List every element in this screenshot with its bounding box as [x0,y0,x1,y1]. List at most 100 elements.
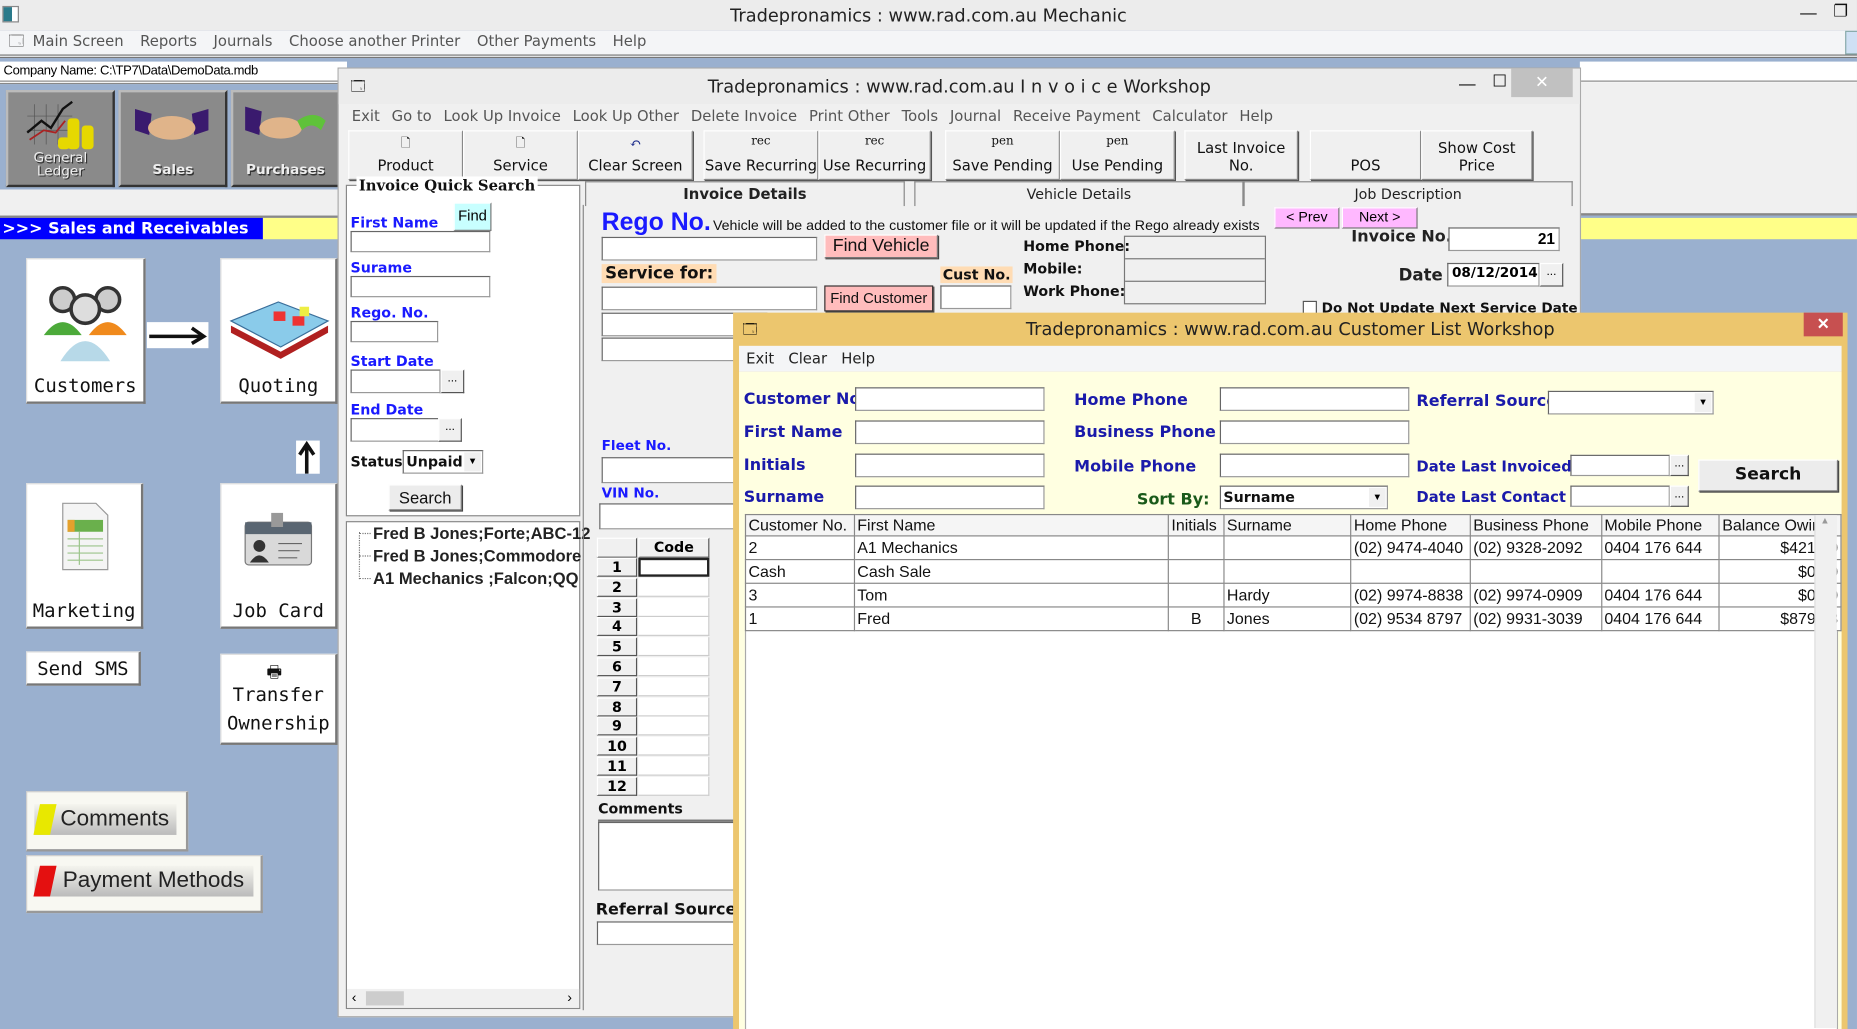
marketing-tile[interactable]: Marketing [26,483,144,629]
invoice-maximize-icon[interactable]: ☐ [1492,71,1507,91]
cl-menu-clear[interactable]: Clear [781,346,834,372]
cl-menu-help[interactable]: Help [834,346,882,372]
cl-menu-exit[interactable]: Exit [739,346,781,372]
clear-screen-button[interactable]: ↶ Clear Screen [577,130,693,181]
chevron-down-icon[interactable]: ▼ [1694,393,1712,413]
first-name-input[interactable] [855,420,1045,445]
menu-choose-printer[interactable]: Choose another Printer [281,31,469,52]
find-vehicle-button[interactable]: Find Vehicle [824,234,938,259]
tree-item[interactable]: Fred B Jones;Commodore [373,546,581,565]
grid-code-cell[interactable] [638,657,710,677]
sort-by-select[interactable]: Surname ▼ [1219,485,1388,510]
date-last-invoiced-input[interactable] [1570,454,1670,477]
grid-code-cell[interactable] [638,697,710,717]
menu-scroll-button[interactable] [1845,30,1857,55]
save-recurring-button[interactable]: rec Save Recurring [703,130,819,181]
grid-code-cell[interactable] [638,637,710,657]
grid-code-cell[interactable] [638,736,710,756]
inv-menu-look-up-invoice[interactable]: Look Up Invoice [438,104,567,128]
use-recurring-button[interactable]: rec Use Recurring [818,130,931,181]
quick-search-button[interactable]: Search [388,484,462,511]
date-last-invoiced-picker[interactable]: ... [1669,454,1689,477]
surname-input[interactable] [350,275,491,298]
scroll-left-icon[interactable]: ‹ [352,989,357,1006]
job-card-tile[interactable]: Job Card [220,483,338,629]
grid-code-cell[interactable] [638,557,710,577]
grid-code-cell[interactable] [638,617,710,637]
inv-menu-tools[interactable]: Tools [896,104,944,128]
grid-code-cell[interactable] [638,776,710,796]
find-button[interactable]: Find [453,202,492,231]
show-cost-price-button[interactable]: Show Cost Price [1421,130,1533,181]
date-picker-button[interactable]: ... [1539,262,1564,287]
tab-invoice-details[interactable]: Invoice Details [585,181,905,207]
send-sms-button[interactable]: Send SMS [26,651,141,686]
start-date-picker-button[interactable]: ... [440,369,465,394]
rego-no-input[interactable] [601,236,818,261]
purchases-button[interactable]: Purchases [230,90,340,188]
inv-menu-calculator[interactable]: Calculator [1146,104,1233,128]
chevron-down-icon[interactable]: ▼ [1369,487,1386,507]
column-header[interactable]: Surname [1223,513,1352,537]
fleet-no-input[interactable] [601,457,744,484]
inv-menu-go-to[interactable]: Go to [386,104,438,128]
rego-no-input[interactable] [350,320,439,343]
inv-menu-delete-invoice[interactable]: Delete Invoice [685,104,803,128]
inv-menu-journal[interactable]: Journal [944,104,1007,128]
menu-other-payments[interactable]: Other Payments [469,31,605,52]
table-row[interactable]: 1 Fred B Jones (02) 9534 8797 (02) 9931-3039 0… [744,606,1842,632]
save-pending-button[interactable]: pen Save Pending [945,130,1060,181]
scroll-thumb[interactable] [365,991,404,1006]
column-header[interactable]: Mobile Phone [1600,513,1720,537]
home-phone-input[interactable] [1219,387,1410,411]
first-name-input[interactable] [350,230,491,253]
general-ledger-button[interactable]: General Ledger [5,90,115,188]
vin-no-input[interactable] [599,503,742,530]
sales-button[interactable]: Sales [118,90,228,188]
pos-button[interactable]: POS [1309,130,1422,181]
menu-journals[interactable]: Journals [205,31,280,52]
restore-icon[interactable]: ❐ [1833,1,1848,21]
scroll-up-icon[interactable]: ▲ [1820,515,1829,526]
start-date-input[interactable] [350,369,441,394]
referral-source-select[interactable]: ▼ [1547,390,1714,415]
business-phone-input[interactable] [1219,420,1410,445]
grid-code-cell[interactable] [638,677,710,697]
last-invoice-no-button[interactable]: Last Invoice No. [1184,130,1298,181]
end-date-picker-button[interactable]: ... [438,418,462,442]
column-header[interactable]: Initials [1167,513,1225,537]
date-last-contact-picker[interactable]: ... [1669,485,1689,507]
table-row[interactable]: CashCash Sale$0.00 [744,558,1842,584]
customers-tile[interactable]: Customers [26,258,146,404]
inv-menu-look-up-other[interactable]: Look Up Other [567,104,685,128]
service-button[interactable]: 🗋 Service [463,130,578,181]
grid-code-cell[interactable] [638,756,710,776]
grid-code-cell[interactable] [638,716,710,736]
menu-help[interactable]: Help [604,31,654,52]
referral-source-input[interactable] [596,921,740,946]
tab-vehicle-details[interactable]: Vehicle Details [914,181,1244,207]
invoice-no-input[interactable]: 21 [1448,227,1560,252]
chevron-down-icon[interactable]: ▼ [464,452,481,472]
customer-list-close-button[interactable]: ✕ [1803,312,1843,337]
tree-horizontal-scrollbar[interactable]: ‹ › [346,988,580,1008]
use-pending-button[interactable]: pen Use Pending [1059,130,1175,181]
table-row[interactable]: 3 Tom Hardy (02) 9974-8838 (02) 9974-0909 040… [744,582,1842,608]
invoice-close-button[interactable]: ✕ [1511,68,1573,98]
menu-reports[interactable]: Reports [132,31,205,52]
tree-item[interactable]: Fred B Jones;Forte;ABC-12 [373,523,590,542]
product-button[interactable]: 🗋 Product [348,130,464,181]
tree-item[interactable]: A1 Mechanics ;Falcon;QQ [373,568,578,587]
payment-methods-button[interactable]: Payment Methods [26,855,263,914]
grid-code-cell[interactable] [638,597,710,617]
initials-input[interactable] [855,453,1045,478]
find-customer-button[interactable]: Find Customer [824,285,934,312]
column-header[interactable]: Customer No. [744,513,855,537]
column-header[interactable]: Business Phone [1469,513,1603,537]
menu-main-screen[interactable]: Main Screen [24,31,132,52]
inv-menu-print-other[interactable]: Print Other [803,104,896,128]
customer-search-button[interactable]: Search [1698,459,1839,492]
comments-textarea[interactable] [598,821,741,891]
mobile-phone-input[interactable] [1219,453,1410,478]
column-header[interactable]: Home Phone [1350,513,1471,537]
